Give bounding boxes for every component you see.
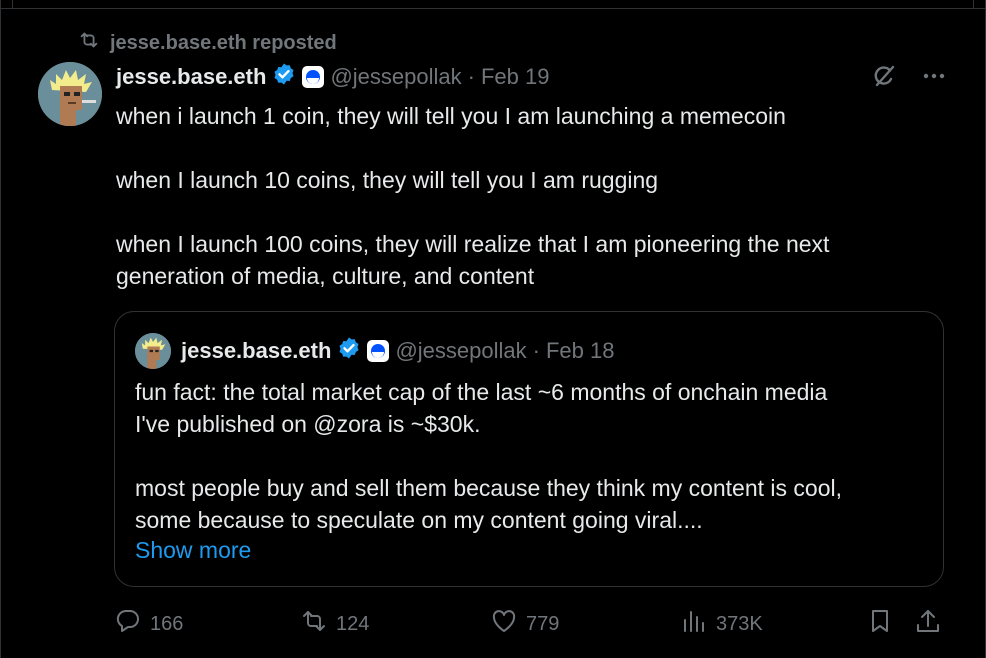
tweet-line: when i launch 1 coin, they will tell you… (116, 103, 786, 129)
quote-line (135, 440, 925, 472)
quote-line: most people buy and sell them because th… (135, 475, 843, 501)
quote-handle: @jessepollak (395, 338, 527, 363)
more-icon[interactable] (920, 62, 948, 95)
views-count: 373K (716, 612, 763, 635)
quote-line: some because to speculate on my content … (135, 507, 703, 533)
tweet-text: when i launch 1 coin, they will tell you… (116, 100, 916, 292)
like-icon (490, 607, 518, 641)
grok-icon[interactable] (870, 62, 898, 95)
repost-count: 124 (336, 612, 370, 635)
action-bar: 166 124 779 373K (114, 606, 948, 642)
verified-badge-icon (337, 336, 361, 366)
separator-dot: · (467, 64, 475, 89)
base-logo-icon (302, 66, 325, 88)
views-button[interactable]: 373K (680, 606, 763, 642)
avatar[interactable] (38, 62, 102, 126)
reply-icon (114, 607, 142, 641)
tweet-header: jesse.base.eth @jessepollak · Feb 19 (116, 60, 549, 94)
separator-dot: · (532, 338, 540, 363)
tweet-date[interactable]: Feb 19 (481, 64, 550, 90)
repost-button[interactable]: 124 (300, 606, 369, 642)
tweet-line (116, 132, 916, 164)
repost-icon (300, 607, 328, 641)
header-actions (870, 62, 948, 95)
bookmark-button[interactable] (866, 606, 894, 642)
edge-line-left (12, 0, 13, 8)
quote-date: Feb 18 (545, 338, 615, 363)
quote-line: I've published on @zora is ~$30k. (135, 411, 481, 437)
bookmark-icon (866, 607, 894, 641)
repost-icon (78, 29, 100, 57)
reply-button[interactable]: 166 (114, 606, 183, 642)
repost-context[interactable]: jesse.base.eth reposted (78, 30, 337, 56)
show-more-link[interactable]: Show more (135, 537, 251, 564)
quote-line: fun fact: the total market cap of the la… (135, 379, 828, 405)
quote-text: fun fact: the total market cap of the la… (135, 376, 925, 536)
base-logo-icon (367, 340, 390, 362)
reply-count: 166 (150, 612, 184, 635)
display-name[interactable]: jesse.base.eth (116, 64, 266, 90)
like-count: 779 (526, 612, 560, 635)
tweet-line: when I launch 100 coins, they will reali… (116, 231, 830, 257)
tweet-line: generation of media, culture, and conten… (116, 263, 535, 289)
share-button[interactable] (914, 606, 942, 642)
quote-header: jesse.base.eth @jessepollak · Feb 18 (135, 333, 615, 369)
quote-avatar (135, 333, 171, 369)
edge-line-right (973, 0, 974, 8)
tweet-line (116, 196, 916, 228)
verified-badge-icon (272, 62, 296, 92)
quote-tweet[interactable]: jesse.base.eth @jessepollak · Feb 18 fun… (114, 311, 944, 587)
top-divider (0, 8, 986, 9)
handle[interactable]: @jessepollak (330, 64, 461, 90)
quote-display-name: jesse.base.eth (181, 338, 332, 363)
like-button[interactable]: 779 (490, 606, 559, 642)
views-icon (680, 607, 708, 641)
tweet-line: when I launch 10 coins, they will tell y… (116, 167, 659, 193)
repost-label: jesse.base.eth reposted (110, 31, 337, 54)
share-icon (914, 607, 942, 641)
